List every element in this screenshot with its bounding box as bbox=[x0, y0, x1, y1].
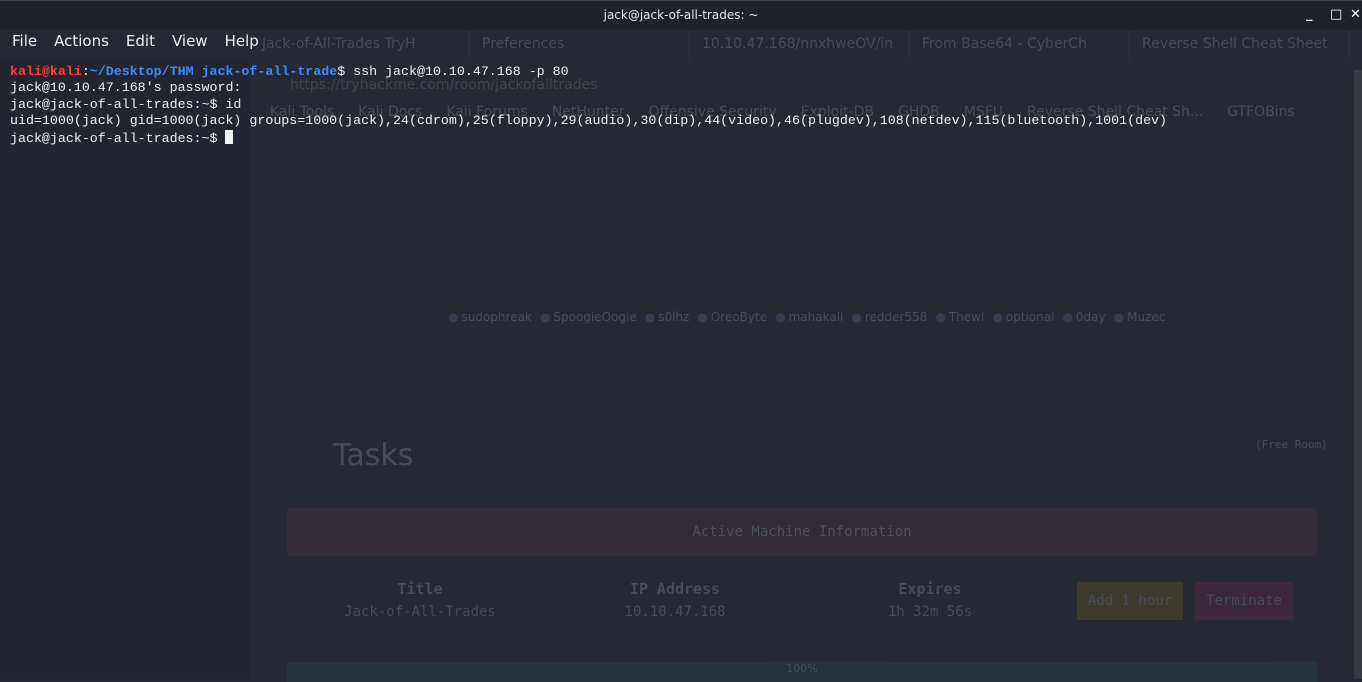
add-hour-button: Add 1 hour bbox=[1077, 582, 1183, 620]
legend-item: redder558 bbox=[851, 310, 928, 324]
column-label: Expires bbox=[898, 580, 962, 598]
prompt-command: $ ssh jack@10.10.47.168 -p 80 bbox=[337, 64, 569, 79]
menu-help[interactable]: Help bbox=[225, 32, 259, 50]
machine-expires: Expires 1h 32m 56s bbox=[810, 580, 1050, 620]
menu-file[interactable]: File bbox=[12, 32, 37, 50]
browser-tab: From Base64 - CyberCh bbox=[910, 30, 1130, 60]
active-machine-header: Active Machine Information bbox=[287, 508, 1317, 556]
terminal-line: jack@jack-of-all-trades:~$ bbox=[10, 129, 1167, 147]
menu-view[interactable]: View bbox=[172, 32, 208, 50]
legend-item: mahakali bbox=[775, 310, 844, 324]
close-button[interactable]: ✕ bbox=[1350, 7, 1361, 22]
terminal-line: jack@10.10.47.168's password: bbox=[10, 80, 242, 96]
browser-scrollbar bbox=[1354, 70, 1362, 679]
cursor bbox=[225, 129, 234, 144]
machine-ip: IP Address 10.10.47.168 bbox=[555, 580, 795, 620]
legend-item: sudophreak bbox=[448, 310, 531, 324]
menu-edit[interactable]: Edit bbox=[126, 32, 155, 50]
menu-actions[interactable]: Actions bbox=[54, 32, 109, 50]
bookmark: GTFOBins bbox=[1227, 104, 1295, 120]
prompt-user: kali@kali bbox=[10, 64, 82, 79]
browser-tab: Reverse Shell Cheat Sheet bbox=[1130, 30, 1350, 60]
legend-item: Thewl bbox=[935, 310, 984, 324]
legend-item: 0day bbox=[1062, 310, 1106, 324]
browser-side-panel bbox=[0, 60, 250, 679]
browser-tab: Jack-of-All-Trades TryH bbox=[250, 30, 470, 60]
column-value: 10.10.47.168 bbox=[624, 604, 726, 620]
column-value: Jack-of-All-Trades bbox=[344, 604, 496, 620]
terminal-titlebar: jack@jack-of-all-trades: ~ _ □ ✕ bbox=[0, 0, 1362, 30]
terminate-button: Terminate bbox=[1195, 582, 1293, 620]
legend-item: s0lhz bbox=[645, 310, 689, 324]
maximize-button[interactable]: □ bbox=[1330, 7, 1342, 22]
legend-item: Muzec bbox=[1114, 310, 1165, 324]
minimize-button[interactable]: _ bbox=[1306, 7, 1313, 22]
prompt-path: ~/Desktop/THM jack-of-all-trade bbox=[89, 64, 338, 79]
prompt-separator: : bbox=[81, 64, 90, 79]
legend-item: OreoByte bbox=[697, 310, 767, 324]
legend-item: SpoogieOogie bbox=[540, 310, 636, 324]
column-label: Title bbox=[397, 580, 443, 598]
legend-item: optional bbox=[992, 310, 1055, 324]
tasks-heading: Tasks bbox=[333, 438, 414, 473]
window-title: jack@jack-of-all-trades: ~ bbox=[603, 8, 759, 22]
current-prompt: jack@jack-of-all-trades:~$ bbox=[10, 130, 226, 146]
terminal-line: uid=1000(jack) gid=1000(jack) groups=100… bbox=[10, 113, 1168, 129]
terminal-line: kali@kali:~/Desktop/THM jack-of-all-trad… bbox=[10, 64, 1167, 80]
machine-title: Title Jack-of-All-Trades bbox=[300, 580, 540, 620]
terminal-line: jack@jack-of-all-trades:~$ id bbox=[10, 96, 242, 112]
browser-tab: 10.10.47.168/nnxhweOV/in bbox=[690, 30, 910, 60]
chart-legend: sudophreak SpoogieOogie s0lhz OreoByte m… bbox=[448, 310, 1165, 324]
progress-bar: 100% bbox=[287, 662, 1317, 682]
column-value: 1h 32m 56s bbox=[887, 604, 973, 620]
menu-bar: File Actions Edit View Help bbox=[12, 32, 276, 50]
browser-tab: Preferences bbox=[470, 30, 690, 60]
free-room-label: (Free Room) bbox=[1255, 438, 1328, 451]
terminal-output[interactable]: kali@kali:~/Desktop/THM jack-of-all-trad… bbox=[10, 64, 1167, 147]
column-label: IP Address bbox=[629, 580, 721, 598]
